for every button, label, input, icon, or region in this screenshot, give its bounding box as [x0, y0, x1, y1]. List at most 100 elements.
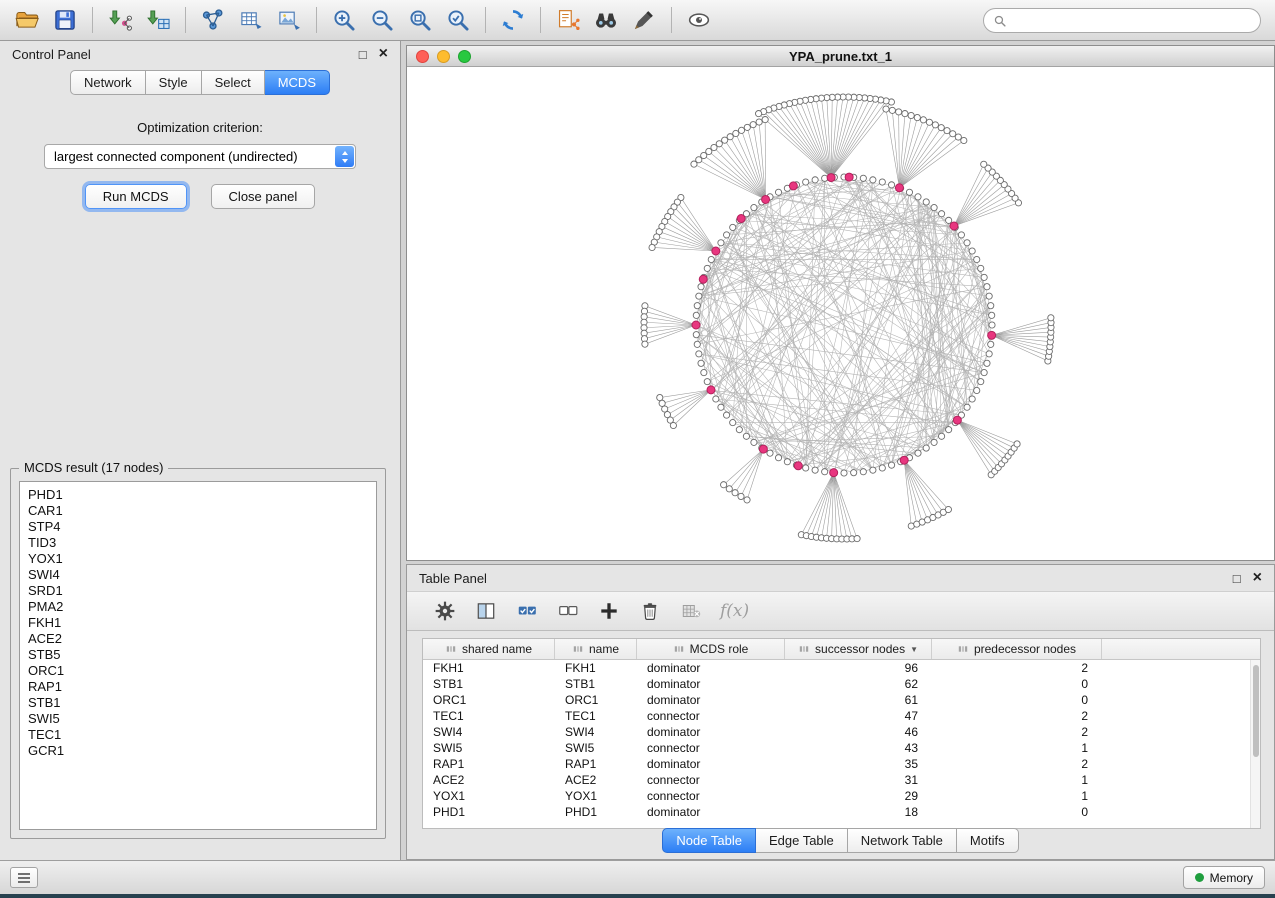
- tab-style[interactable]: Style: [146, 70, 202, 95]
- mcds-result-item[interactable]: STB1: [20, 695, 376, 711]
- mcds-result-item[interactable]: ORC1: [20, 663, 376, 679]
- column-header-MCDS-role[interactable]: MCDS role: [637, 639, 785, 659]
- column-label: name: [589, 642, 619, 656]
- run-mcds-button[interactable]: Run MCDS: [85, 184, 187, 209]
- table-row[interactable]: PHD1PHD1dominator180: [423, 804, 1260, 820]
- mcds-result-item[interactable]: PMA2: [20, 599, 376, 615]
- close-table-panel-icon[interactable]: ×: [1253, 570, 1262, 586]
- mcds-result-item[interactable]: TID3: [20, 535, 376, 551]
- task-history-button[interactable]: [10, 867, 38, 888]
- clear-selection-button[interactable]: [556, 599, 580, 623]
- column-header-predecessor-nodes[interactable]: predecessor nodes: [932, 639, 1102, 659]
- table-row[interactable]: ORC1ORC1dominator610: [423, 692, 1260, 708]
- column-label: shared name: [462, 642, 532, 656]
- mcds-result-item[interactable]: STP4: [20, 519, 376, 535]
- import-network-icon: [107, 7, 133, 33]
- eye-button[interactable]: [680, 4, 718, 36]
- new-network-button[interactable]: [194, 4, 232, 36]
- column-header-name[interactable]: name: [555, 639, 637, 659]
- add-row-button[interactable]: [597, 599, 621, 623]
- close-panel-button[interactable]: Close panel: [211, 184, 316, 209]
- binoculars-button[interactable]: [587, 4, 625, 36]
- mcds-result-list[interactable]: PHD1CAR1STP4TID3YOX1SWI4SRD1PMA2FKH1ACE2…: [19, 481, 377, 830]
- table-row[interactable]: ACE2ACE2connector311: [423, 772, 1260, 788]
- float-panel-icon[interactable]: □: [359, 48, 367, 61]
- zoom-selected-button[interactable]: [439, 4, 477, 36]
- close-panel-icon[interactable]: ×: [379, 46, 388, 62]
- settings-gear-button[interactable]: [433, 599, 457, 623]
- mcds-result-item[interactable]: SRD1: [20, 583, 376, 599]
- control-panel-tabs: NetworkStyleSelectMCDS: [0, 70, 400, 95]
- open-file-button[interactable]: [8, 4, 46, 36]
- zoom-fit-button[interactable]: [401, 4, 439, 36]
- cell-shared-name: SWI5: [423, 741, 555, 755]
- delete-row-button[interactable]: [638, 599, 662, 623]
- mcds-result-item[interactable]: GCR1: [20, 743, 376, 759]
- maximize-window-icon[interactable]: [458, 50, 471, 63]
- new-table-button[interactable]: [232, 4, 270, 36]
- float-table-panel-icon[interactable]: □: [1233, 572, 1241, 585]
- mcds-result-item[interactable]: CAR1: [20, 503, 376, 519]
- criterion-select[interactable]: largest connected component (undirected): [44, 144, 356, 169]
- zoom-in-button[interactable]: [325, 4, 363, 36]
- table-row[interactable]: STB1STB1dominator620: [423, 676, 1260, 692]
- cell-shared-name: PHD1: [423, 805, 555, 819]
- hide-columns-button[interactable]: [679, 599, 703, 623]
- column-layout-button[interactable]: [474, 599, 498, 623]
- toolbar-separator: [485, 7, 486, 33]
- tab-edge-table[interactable]: Edge Table: [756, 828, 848, 853]
- cell-predecessor-nodes: 1: [932, 773, 1102, 787]
- function-builder-button[interactable]: f(x): [720, 601, 749, 621]
- table-row[interactable]: RAP1RAP1dominator352: [423, 756, 1260, 772]
- select-all-icon: [516, 600, 538, 622]
- delete-row-icon: [639, 600, 661, 622]
- network-canvas[interactable]: [407, 67, 1274, 560]
- table-row[interactable]: YOX1YOX1connector291: [423, 788, 1260, 804]
- search-input[interactable]: [1013, 13, 1251, 28]
- cell-name: PHD1: [555, 805, 637, 819]
- mcds-result-item[interactable]: SWI4: [20, 567, 376, 583]
- tab-network-table[interactable]: Network Table: [848, 828, 957, 853]
- mcds-result-item[interactable]: FKH1: [20, 615, 376, 631]
- hide-columns-icon: [680, 600, 702, 622]
- cell-shared-name: RAP1: [423, 757, 555, 771]
- zoom-out-button[interactable]: [363, 4, 401, 36]
- column-header-shared-name[interactable]: shared name: [423, 639, 555, 659]
- tab-node-table[interactable]: Node Table: [662, 828, 756, 853]
- copy-document-button[interactable]: [549, 4, 587, 36]
- cell-shared-name: ORC1: [423, 693, 555, 707]
- tab-network[interactable]: Network: [70, 70, 146, 95]
- mcds-result-item[interactable]: STB5: [20, 647, 376, 663]
- mcds-result-item[interactable]: TEC1: [20, 727, 376, 743]
- table-row[interactable]: SWI4SWI4dominator462: [423, 724, 1260, 740]
- table-body: FKH1FKH1dominator962STB1STB1dominator620…: [423, 660, 1260, 820]
- memory-button[interactable]: Memory: [1183, 866, 1265, 889]
- mcds-result-item[interactable]: YOX1: [20, 551, 376, 567]
- table-row[interactable]: TEC1TEC1connector472: [423, 708, 1260, 724]
- column-label: MCDS role: [690, 642, 749, 656]
- column-header-successor-nodes[interactable]: successor nodes▼: [785, 639, 932, 659]
- save-session-button[interactable]: [46, 4, 84, 36]
- close-window-icon[interactable]: [416, 50, 429, 63]
- import-network-button[interactable]: [101, 4, 139, 36]
- table-row[interactable]: FKH1FKH1dominator962: [423, 660, 1260, 676]
- export-image-button[interactable]: [270, 4, 308, 36]
- tab-select[interactable]: Select: [202, 70, 265, 95]
- cell-successor-nodes: 96: [785, 661, 932, 675]
- tab-motifs[interactable]: Motifs: [957, 828, 1019, 853]
- minimize-window-icon[interactable]: [437, 50, 450, 63]
- tab-mcds[interactable]: MCDS: [265, 70, 330, 95]
- table-row[interactable]: SWI5SWI5connector431: [423, 740, 1260, 756]
- refresh-button[interactable]: [494, 4, 532, 36]
- import-table-button[interactable]: [139, 4, 177, 36]
- mcds-result-item[interactable]: SWI5: [20, 711, 376, 727]
- style-brush-button[interactable]: [625, 4, 663, 36]
- select-all-button[interactable]: [515, 599, 539, 623]
- scrollbar-thumb[interactable]: [1253, 665, 1259, 757]
- mcds-result-item[interactable]: PHD1: [20, 487, 376, 503]
- mcds-result-item[interactable]: ACE2: [20, 631, 376, 647]
- table-scrollbar[interactable]: [1250, 660, 1260, 828]
- mcds-result-item[interactable]: RAP1: [20, 679, 376, 695]
- cell-name: FKH1: [555, 661, 637, 675]
- search-box[interactable]: [983, 8, 1261, 33]
